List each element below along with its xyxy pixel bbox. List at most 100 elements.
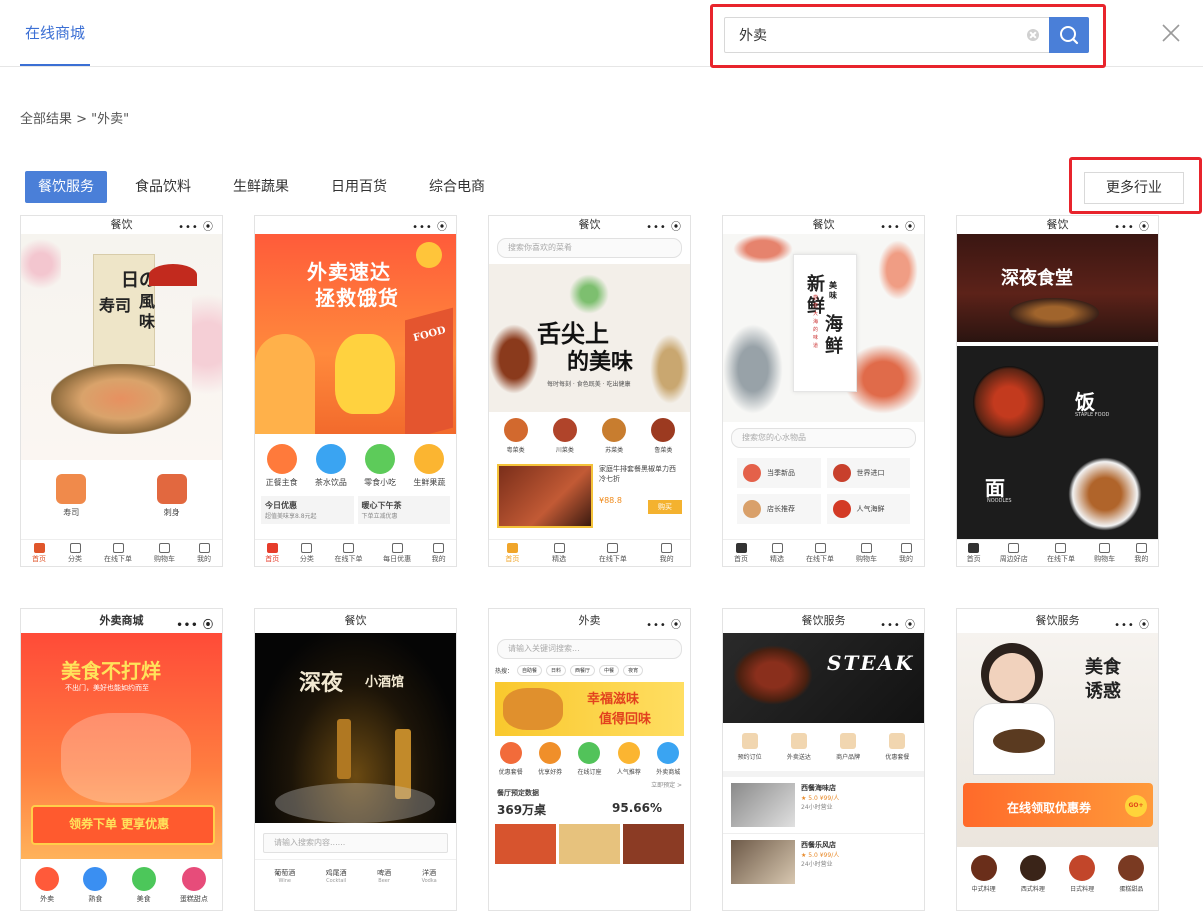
category-item[interactable]: 苏菜类 (602, 418, 627, 454)
buy-button[interactable]: 购买 (648, 500, 682, 514)
category-item[interactable]: 在线订座 (577, 742, 601, 776)
category-item[interactable]: 人气推荐 (617, 742, 641, 776)
search-field[interactable]: 请输入搜索内容...... (263, 833, 448, 853)
stats-panel: 餐厅预定数据 立即预定 > 369万桌 95.66% (497, 780, 682, 817)
tab-order[interactable]: 在线下单 (104, 540, 132, 566)
category-tab-catering[interactable]: 餐饮服务 (25, 171, 107, 203)
category-item[interactable]: 预约订位 (738, 733, 762, 761)
tab-home[interactable]: 首页 (967, 540, 981, 566)
banner-image: 美食不打烊 不出门，美好也能如约而至 领券下单 更享优惠 (21, 633, 222, 859)
hot-tag[interactable]: 西餐厅 (570, 665, 596, 676)
category-item[interactable]: 中式料理 (970, 855, 997, 893)
tab-nearby[interactable]: 周边好店 (1000, 540, 1028, 566)
tab-order[interactable]: 在线下单 (334, 540, 362, 566)
tab-home[interactable]: 首页 (32, 540, 46, 566)
tab-home[interactable]: 首页 (265, 540, 279, 566)
hot-tag[interactable]: 日料 (546, 665, 567, 676)
category-item[interactable]: 正餐主食 (266, 444, 298, 488)
category-tab-daily-goods[interactable]: 日用百货 (331, 171, 387, 203)
hot-tag[interactable]: 中餐 (599, 665, 620, 676)
category-item[interactable]: 零食小吃 (364, 444, 396, 488)
grid-item[interactable]: 当季新品 (737, 458, 821, 488)
category-item[interactable]: 外卖 (35, 867, 60, 904)
template-card[interactable]: 餐饮 深夜 小酒馆 请输入搜索内容...... 葡萄酒 Wine 鸡尾酒 Cockt… (254, 608, 457, 911)
category-tab-ecommerce[interactable]: 综合电商 (429, 171, 485, 203)
drink-item[interactable]: 洋酒 Vodka (422, 868, 437, 884)
tab-cart[interactable]: 购物车 (1094, 540, 1115, 566)
promo-card[interactable]: 今日优惠 超值美味享8.8元起 (261, 496, 354, 524)
category-item[interactable]: 商户品牌 (836, 733, 860, 761)
tab-mine[interactable]: 我的 (432, 540, 446, 566)
category-item[interactable]: 茶水饮品 (315, 444, 347, 488)
category-item[interactable]: 外卖送达 (787, 733, 811, 761)
hot-tag[interactable]: 自助餐 (517, 665, 543, 676)
tab-online-mall[interactable]: 在线商城 (20, 22, 91, 66)
promo-card[interactable]: 暖心下午茶 下单立减优惠 (357, 496, 450, 524)
category-tab-food-drink[interactable]: 食品饮料 (135, 171, 191, 203)
template-card[interactable]: 外卖 ••• ⦿ 请输入关键词搜索... 热搜： 自助餐 日料 西餐厅 中餐 夜宵… (488, 608, 691, 911)
grid-item[interactable]: 店长推荐 (737, 494, 821, 524)
category-item[interactable]: 优享好券 (538, 742, 562, 776)
template-card[interactable]: ••• ⦿ 外卖速达 拯救饿货 FOOD 正餐主食 茶水饮品 零食小吃 生鲜果蔬… (254, 215, 457, 567)
product-card[interactable]: 家庭牛排套餐黑椒单力西冷七折 ¥88.8 购买 (489, 460, 690, 532)
tab-order[interactable]: 在线下单 (806, 540, 834, 566)
category-tab-fresh-produce[interactable]: 生鲜蔬果 (233, 171, 289, 203)
template-card[interactable]: 餐饮 ••• ⦿ 搜索你喜欢的菜肴 舌尖上 的美味 每时每刻 · 食色既美 · 吃… (488, 215, 691, 567)
tab-home[interactable]: 首页 (734, 540, 748, 566)
shop-item[interactable]: 西餐海味店 ★ 5.0 ¥99/人 24小时营业 (723, 777, 924, 834)
template-card[interactable]: 餐饮服务 ••• ⦿ STEAK 预约订位 外卖送达 商户品牌 优惠套餐 西餐海味… (722, 608, 925, 911)
drink-item[interactable]: 葡萄酒 Wine (274, 868, 295, 884)
tab-mine[interactable]: 我的 (899, 540, 913, 566)
category-item[interactable]: 外卖商城 (656, 742, 680, 776)
drink-item[interactable]: 鸡尾酒 Cocktail (326, 868, 347, 884)
capsule-icon: ••• ⦿ (646, 620, 682, 631)
category-item[interactable]: 日式料理 (1069, 855, 1096, 893)
category-item[interactable]: 蛋糕甜品 (1118, 855, 1145, 893)
category-item[interactable]: 刺身 (156, 474, 187, 518)
tab-order[interactable]: 在线下单 (1047, 540, 1075, 566)
phone-title: 餐饮 (255, 609, 456, 633)
tab-order[interactable]: 在线下单 (599, 540, 627, 566)
category-item[interactable]: 寿司 (56, 474, 87, 518)
tab-category[interactable]: 分类 (300, 540, 314, 566)
category-item[interactable]: 鲁菜类 (651, 418, 676, 454)
template-card[interactable]: 餐饮 ••• ⦿ 深夜食堂 饭 STAPLE FOOD 面 NOODLES 首页 … (956, 215, 1159, 567)
phone-title: 餐饮 ••• ⦿ (21, 216, 222, 234)
search-field[interactable]: 请输入关键词搜索... (497, 639, 682, 659)
tab-cart[interactable]: 购物车 (154, 540, 175, 566)
book-now-link[interactable]: 立即预定 > (651, 780, 682, 789)
tab-mine[interactable]: 我的 (197, 540, 211, 566)
template-card[interactable]: 餐饮服务 ••• ⦿ 美食 诱惑 在线领取优惠券 GO+ 中式料理 西式料理 日式… (956, 608, 1159, 911)
close-icon[interactable] (1160, 22, 1182, 44)
tab-bar: 首页 周边好店 在线下单 购物车 我的 (957, 539, 1158, 566)
search-field[interactable]: 搜索您的心水物品 (731, 428, 916, 448)
banner-image: 美食 诱惑 在线领取优惠券 GO+ (957, 633, 1158, 847)
template-card[interactable]: 餐饮 ••• ⦿ 新 鲜 美味 海 鲜 尝尝大海的味道 搜索您的心水物品 当季新品… (722, 215, 925, 567)
go-button[interactable]: GO+ (1125, 795, 1147, 817)
tab-category[interactable]: 分类 (68, 540, 82, 566)
category-item[interactable]: 美食 (131, 867, 156, 904)
shop-item[interactable]: 西餐乐风店 ★ 5.0 ¥99/人 24小时营业 (723, 834, 924, 890)
category-item[interactable]: 优惠套餐 (499, 742, 523, 776)
category-item[interactable]: 熟食 (83, 867, 108, 904)
tab-mine[interactable]: 我的 (1134, 540, 1148, 566)
grid-item[interactable]: 人气海鲜 (826, 494, 910, 524)
template-card[interactable]: 外卖商城 ••• ⦿ 美食不打烊 不出门，美好也能如约而至 领券下单 更享优惠 外… (20, 608, 223, 911)
template-card[interactable]: 餐饮 ••• ⦿ 日の 寿司 風味 寿司 刺身 首页 分类 在线下单 购物车 我的 (20, 215, 223, 567)
search-field[interactable]: 搜索你喜欢的菜肴 (497, 238, 682, 258)
drink-item[interactable]: 啤酒 Beer (377, 868, 391, 884)
tab-featured[interactable]: 精选 (552, 540, 566, 566)
tab-featured[interactable]: 精选 (770, 540, 784, 566)
hot-tag[interactable]: 夜宵 (623, 665, 644, 676)
category-item[interactable]: 生鲜果蔬 (413, 444, 445, 488)
tab-cart[interactable]: 购物车 (856, 540, 877, 566)
tab-deals[interactable]: 每日优惠 (383, 540, 411, 566)
tab-mine[interactable]: 我的 (660, 540, 674, 566)
category-item[interactable]: 西式料理 (1019, 855, 1046, 893)
category-item[interactable]: 蛋糕甜点 (180, 867, 208, 904)
category-item[interactable]: 粤菜类 (503, 418, 528, 454)
tab-home[interactable]: 首页 (505, 540, 519, 566)
category-item[interactable]: 川菜类 (552, 418, 577, 454)
grid-item[interactable]: 世界进口 (826, 458, 910, 488)
category-item[interactable]: 优惠套餐 (885, 733, 909, 761)
